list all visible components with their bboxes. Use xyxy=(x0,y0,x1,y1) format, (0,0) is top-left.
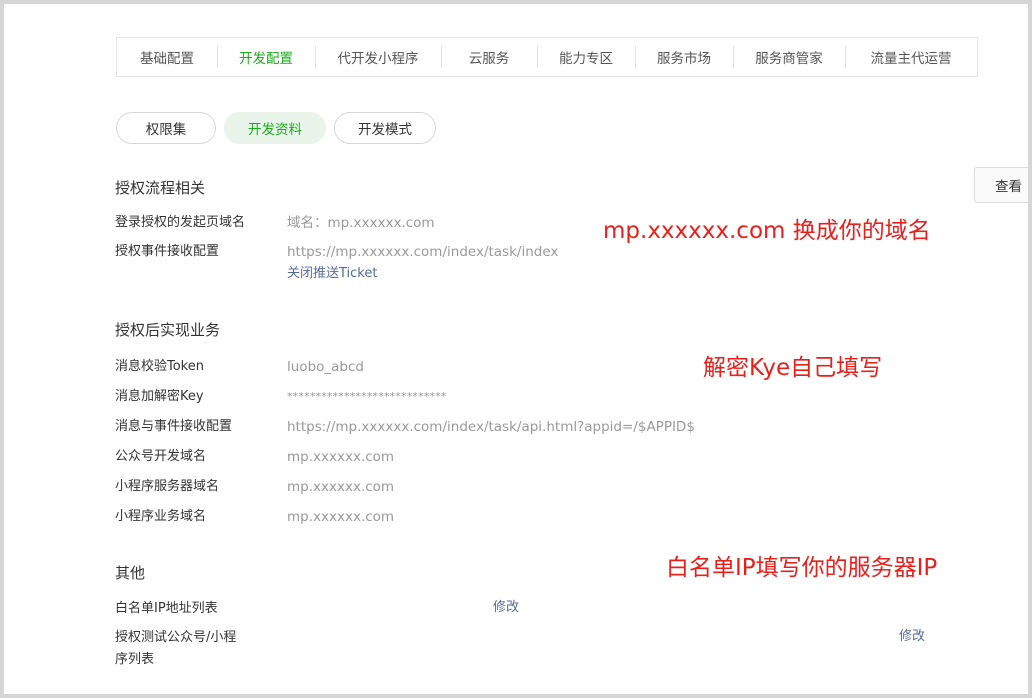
tab-traffic-operation[interactable]: 流量主代运营 xyxy=(845,37,977,77)
whitelist-label: 白名单IP地址列表 xyxy=(115,601,218,616)
aes-key-label: 消息加解密Key xyxy=(115,389,204,404)
section-title-other: 其他 xyxy=(115,564,146,582)
event-config-value: https://mp.xxxxxx.com/index/task/index xyxy=(287,244,559,260)
tab-capability-zone[interactable]: 能力专区 xyxy=(537,37,635,77)
view-button[interactable]: 查看 xyxy=(974,167,1028,203)
subtab-dev-info[interactable]: 开发资料 xyxy=(224,112,326,144)
close-ticket-link[interactable]: 关闭推送Ticket xyxy=(287,263,377,285)
msg-event-config-value: https://mp.xxxxxx.com/index/task/api.htm… xyxy=(287,419,695,435)
test-list-label-line1: 授权测试公众号/小程 xyxy=(115,630,237,645)
tab-cloud-service[interactable]: 云服务 xyxy=(441,37,537,77)
tab-basic-config[interactable]: 基础配置 xyxy=(117,37,217,77)
token-value: luobo_abcd xyxy=(287,359,364,375)
section-title-business: 授权后实现业务 xyxy=(115,321,221,339)
test-list-label-line2: 序列表 xyxy=(115,652,155,667)
tab-service-manager[interactable]: 服务商管家 xyxy=(733,37,845,77)
tab-service-market[interactable]: 服务市场 xyxy=(635,37,733,77)
test-list-edit-link[interactable]: 修改 xyxy=(899,626,925,648)
page-canvas: 基础配置 开发配置 代开发小程序 云服务 能力专区 服务市场 服务商管家 流量主… xyxy=(4,4,1028,694)
miniprogram-business-domain-value: mp.xxxxxx.com xyxy=(287,509,395,525)
annotation-key: 解密Kye自己填写 xyxy=(703,355,883,381)
annotation-domain: mp.xxxxxx.com 换成你的域名 xyxy=(603,218,931,244)
tab-dev-config[interactable]: 开发配置 xyxy=(217,37,315,77)
section-title-auth-flow: 授权流程相关 xyxy=(115,179,206,197)
login-domain-value: 域名：mp.xxxxxx.com xyxy=(287,215,435,231)
token-label: 消息校验Token xyxy=(115,359,204,374)
miniprogram-server-domain-label: 小程序服务器域名 xyxy=(115,479,220,494)
miniprogram-business-domain-label: 小程序业务域名 xyxy=(115,509,207,524)
msg-event-config-label: 消息与事件接收配置 xyxy=(115,419,233,434)
subtab-permissions[interactable]: 权限集 xyxy=(116,112,216,144)
mp-domain-label: 公众号开发域名 xyxy=(115,449,207,464)
event-config-label: 授权事件接收配置 xyxy=(115,244,220,259)
miniprogram-server-domain-value: mp.xxxxxx.com xyxy=(287,479,395,495)
aes-key-value: **************************** xyxy=(287,390,447,403)
subtab-dev-mode[interactable]: 开发模式 xyxy=(334,112,436,144)
mp-domain-value: mp.xxxxxx.com xyxy=(287,449,395,465)
tab-proxy-miniprogram[interactable]: 代开发小程序 xyxy=(315,37,441,77)
annotation-ip: 白名单IP填写你的服务器IP xyxy=(666,555,938,581)
whitelist-edit-link[interactable]: 修改 xyxy=(493,597,519,619)
main-tab-bar: 基础配置 开发配置 代开发小程序 云服务 能力专区 服务市场 服务商管家 流量主… xyxy=(116,37,978,77)
login-domain-label: 登录授权的发起页域名 xyxy=(115,215,246,230)
